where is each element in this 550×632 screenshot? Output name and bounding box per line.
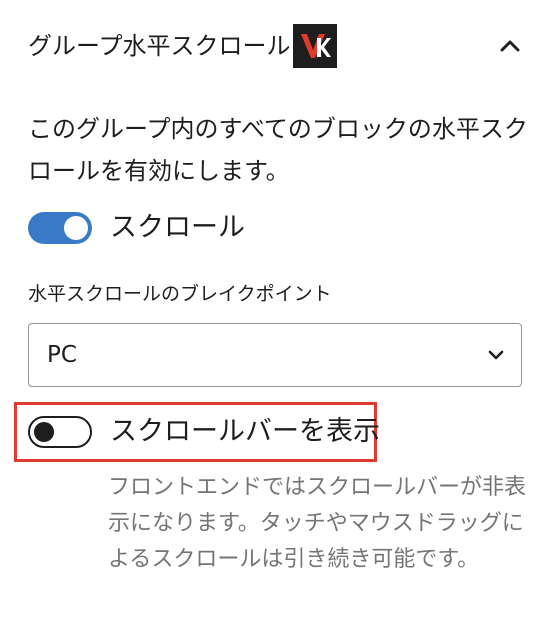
scroll-toggle[interactable]	[28, 212, 92, 244]
panel-title-group: グループ水平スクロール	[28, 24, 337, 68]
scrollbar-toggle-row: スクロールバーを表示	[28, 416, 380, 448]
panel-description: このグループ内のすべてのブロックの水平スクロールを有効にします。	[28, 115, 528, 185]
panel-header[interactable]: グループ水平スクロール	[28, 24, 522, 68]
breakpoint-selected-value: PC	[47, 342, 77, 368]
scroll-toggle-label: スクロール	[110, 212, 245, 243]
scrollbar-toggle[interactable]	[28, 416, 92, 448]
breakpoint-label: 水平スクロールのブレイクポイント	[28, 283, 332, 305]
scrollbar-toggle-label: スクロールバーを表示	[110, 416, 380, 447]
toggle-knob	[34, 422, 54, 442]
chevron-up-icon	[500, 40, 520, 52]
scrollbar-help-text: フロントエンドではスクロールバーが非表示になります。タッチやマウスドラッグによる…	[108, 475, 527, 572]
scroll-toggle-row: スクロール	[28, 212, 245, 244]
chevron-down-icon	[488, 350, 504, 360]
vk-logo-icon	[292, 24, 337, 68]
panel-title: グループ水平スクロール	[28, 32, 291, 60]
collapse-button[interactable]	[492, 28, 528, 64]
toggle-knob	[64, 216, 88, 240]
breakpoint-select[interactable]: PC	[28, 323, 522, 387]
